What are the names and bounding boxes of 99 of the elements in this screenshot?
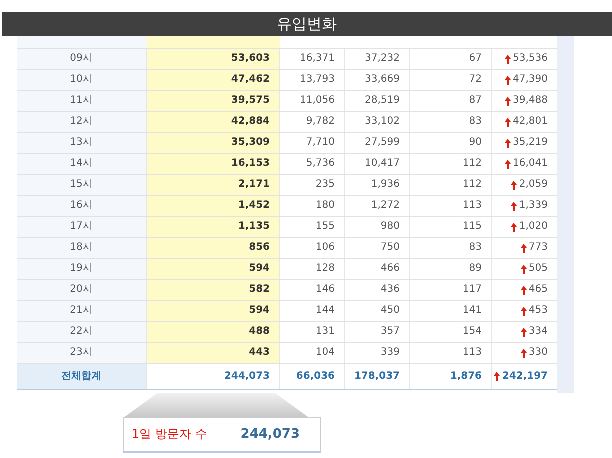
table-cell: 37,232 [345, 49, 410, 69]
table-cell: 339 [345, 343, 410, 363]
table-cell: 66,036 [280, 364, 345, 389]
table-cell: 235 [280, 175, 345, 195]
table-cell: 17시 [17, 217, 147, 237]
table-cell: 505 [492, 259, 557, 279]
table-cell: 89 [410, 259, 492, 279]
table-cell: 7,710 [280, 133, 345, 153]
table-cell: 112 [410, 154, 492, 174]
table-cell: 1,452 [147, 196, 280, 216]
table-cell: 242,197 [492, 364, 557, 389]
table-cell: 357 [345, 322, 410, 342]
table-cell: 1,339 [492, 196, 557, 216]
table-cell: 1,876 [410, 364, 492, 389]
table-cell: 773 [492, 238, 557, 258]
table-cell: 53,603 [147, 49, 280, 69]
table-cell: 334 [492, 322, 557, 342]
table-cell: 13,793 [280, 70, 345, 90]
table-cell: 750 [345, 238, 410, 258]
table-cell: 전체합계 [17, 364, 147, 389]
table-cell: 180 [280, 196, 345, 216]
table-cell: 19시 [17, 259, 147, 279]
table-cell: 154 [410, 322, 492, 342]
table-cell: 90 [410, 133, 492, 153]
table-cell: 144 [280, 301, 345, 321]
table-cell: 47,390 [492, 70, 557, 90]
table-cell: 1,272 [345, 196, 410, 216]
table-cell: 23시 [17, 343, 147, 363]
table-cell: 22시 [17, 322, 147, 342]
table-cell: 141 [410, 301, 492, 321]
table-cell: 9,782 [280, 112, 345, 132]
table-cell: 594 [147, 301, 280, 321]
table-cell: 09시 [17, 49, 147, 69]
table-cell: 10,417 [345, 154, 410, 174]
table-cell: 146 [280, 280, 345, 300]
table-cell: 1,020 [492, 217, 557, 237]
table-cell: 330 [492, 343, 557, 363]
callout-value: 244,073 [240, 427, 300, 442]
title-bar: 유입변화 [2, 12, 612, 36]
table-cell: 5,736 [280, 154, 345, 174]
table-cell: 466 [345, 259, 410, 279]
table-cell: 11시 [17, 91, 147, 111]
table-cell: 72 [410, 70, 492, 90]
table-cell: 87 [410, 91, 492, 111]
table-cell: 2,059 [492, 175, 557, 195]
table-cell: 67 [410, 49, 492, 69]
table-cell: 113 [410, 196, 492, 216]
table-cell: 27,599 [345, 133, 410, 153]
table-cell: 115 [410, 217, 492, 237]
callout-label: 1일 방문자 수 [132, 426, 208, 443]
table-cell: 106 [280, 238, 345, 258]
table-cell: 155 [280, 217, 345, 237]
table-cell: 594 [147, 259, 280, 279]
table-cell: 10시 [17, 70, 147, 90]
table-cell: 33,669 [345, 70, 410, 90]
table-cell: 35,309 [147, 133, 280, 153]
table-cell: 16,153 [147, 154, 280, 174]
table-cell: 53,536 [492, 49, 557, 69]
table-cell: 16,041 [492, 154, 557, 174]
table-cell: 42,884 [147, 112, 280, 132]
table-cell: 33,102 [345, 112, 410, 132]
table-cell: 39,575 [147, 91, 280, 111]
table-cell: 112 [410, 175, 492, 195]
table-cell: 104 [280, 343, 345, 363]
table-cell: 11,056 [280, 91, 345, 111]
table-cell: 16시 [17, 196, 147, 216]
table-cell: 12시 [17, 112, 147, 132]
table-cell: 178,037 [345, 364, 410, 389]
table-cell: 113 [410, 343, 492, 363]
table-cell: 244,073 [147, 364, 280, 389]
table-cell: 39,488 [492, 91, 557, 111]
table-cell: 35,219 [492, 133, 557, 153]
table-cell: 117 [410, 280, 492, 300]
table-cell: 42,801 [492, 112, 557, 132]
table-cell: 21시 [17, 301, 147, 321]
table-cell: 436 [345, 280, 410, 300]
table-cell: 980 [345, 217, 410, 237]
table-cell: 856 [147, 238, 280, 258]
table-cell: 1,135 [147, 217, 280, 237]
table-cell: 16,371 [280, 49, 345, 69]
table-cell: 453 [492, 301, 557, 321]
table-cell: 1,936 [345, 175, 410, 195]
table-cell: 2,171 [147, 175, 280, 195]
table-cell: 83 [410, 112, 492, 132]
table-cell: 47,462 [147, 70, 280, 90]
table-cell: 443 [147, 343, 280, 363]
table-cell: 465 [492, 280, 557, 300]
table-cell: 582 [147, 280, 280, 300]
table-cell: 131 [280, 322, 345, 342]
table-cell: 488 [147, 322, 280, 342]
table-cell: 14시 [17, 154, 147, 174]
table-cell: 28,519 [345, 91, 410, 111]
table-cell: 20시 [17, 280, 147, 300]
table-cell: 15시 [17, 175, 147, 195]
table-cell: 450 [345, 301, 410, 321]
table-cell: 83 [410, 238, 492, 258]
table-cell: 128 [280, 259, 345, 279]
table-cell: 18시 [17, 238, 147, 258]
table-cell: 13시 [17, 133, 147, 153]
